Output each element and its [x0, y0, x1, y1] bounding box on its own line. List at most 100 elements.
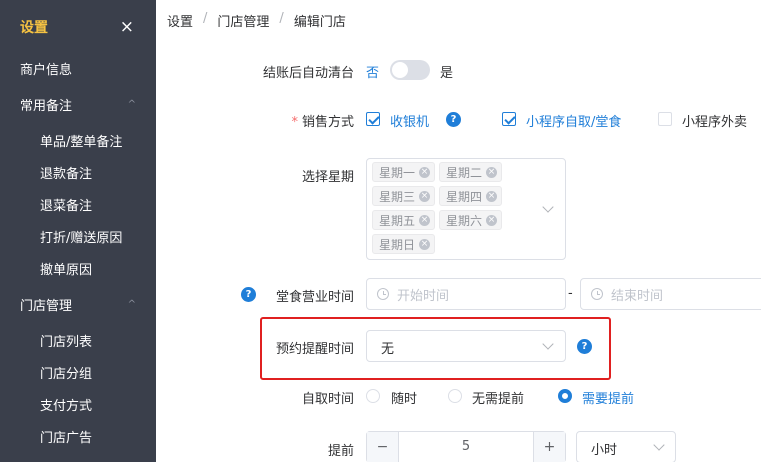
help-icon[interactable]: ? [241, 287, 256, 302]
dine-hours-label: 堂食营业时间 [275, 290, 354, 305]
tag-text: 星期六 [446, 213, 483, 228]
chevron-down-icon [542, 338, 554, 350]
app-window: 设置 × 商户信息 常用备注 ^ 单品/整单备注 退款备注 退菜备注 打折/赠送… [0, 0, 761, 462]
auto-clear-label: 结账后自动清台 [262, 66, 354, 81]
chevron-up-icon: ^ [127, 298, 136, 310]
sidebar-item-label: 门店管理 [20, 298, 73, 314]
sidebar-item-refund-notes[interactable]: 退款备注 [0, 156, 156, 188]
radio-no-advance[interactable] [448, 389, 462, 403]
checkbox-miniapp-pickup[interactable] [502, 112, 516, 126]
radio-anytime[interactable] [366, 389, 380, 403]
advance-unit-select[interactable]: 小时 [576, 431, 676, 462]
dine-hours-end-input[interactable]: 结束时间 [580, 278, 761, 310]
radio-no-advance-label[interactable]: 无需提前 [472, 388, 524, 407]
sidebar-item-store-list[interactable]: 门店列表 [0, 324, 156, 356]
sidebar-item-label: 撤单原因 [40, 262, 93, 278]
sidebar-item-discount-reasons[interactable]: 打折/赠送原因 [0, 220, 156, 252]
tag-close-icon[interactable]: × [419, 190, 431, 202]
radio-need-advance-label[interactable]: 需要提前 [582, 388, 634, 407]
sidebar-item-return-dish-notes[interactable]: 退菜备注 [0, 188, 156, 220]
weekday-tag: 星期四 × [439, 186, 503, 206]
sidebar-item-label: 门店列表 [40, 334, 93, 350]
pickup-time-label: 自取时间 [301, 392, 354, 407]
chevron-up-icon: ^ [127, 98, 136, 110]
required-mark: * [291, 115, 298, 130]
reminder-select[interactable]: 无 [366, 330, 566, 362]
end-time-placeholder: 结束时间 [611, 288, 664, 304]
tag-close-icon[interactable]: × [419, 166, 431, 178]
tag-close-icon[interactable]: × [419, 214, 431, 226]
clock-icon [591, 288, 603, 300]
checkbox-pos[interactable] [366, 112, 380, 126]
stepper-value[interactable]: 5 [399, 432, 533, 462]
checkbox-pos-label[interactable]: 收银机 [390, 111, 429, 130]
close-icon[interactable]: × [120, 18, 134, 36]
sidebar-group-store-management[interactable]: 门店管理 ^ [0, 288, 156, 320]
tag-text: 星期一 [379, 165, 416, 180]
auto-clear-on-text: 是 [440, 66, 454, 81]
sidebar-item-store-groups[interactable]: 门店分组 [0, 356, 156, 388]
tag-text: 星期四 [446, 189, 483, 204]
sidebar-header: 设置 × [0, 0, 156, 54]
breadcrumb-separator: / [279, 11, 284, 26]
tag-close-icon[interactable]: × [486, 214, 498, 226]
range-separator: - [568, 286, 573, 301]
sidebar-item-merchant-info[interactable]: 商户信息 [0, 52, 156, 84]
main-content: 设置 / 门店管理 / 编辑门店 结账后自动清台 否 是 * 销售方式 收银机 ?… [156, 0, 761, 462]
sidebar-item-label: 门店分组 [40, 366, 93, 382]
tag-text: 星期二 [446, 165, 483, 180]
weekday-tag: 星期六 × [439, 210, 503, 230]
sidebar-item-store-ads[interactable]: 门店广告 [0, 420, 156, 452]
sidebar-title: 设置 [20, 20, 48, 36]
stepper-plus-button[interactable]: + [533, 432, 565, 462]
chevron-down-icon [653, 439, 665, 451]
advance-stepper[interactable]: − 5 + [366, 431, 566, 462]
chevron-down-icon [542, 201, 554, 213]
start-time-placeholder: 开始时间 [397, 288, 450, 304]
sidebar-item-label: 退款备注 [40, 166, 93, 182]
sidebar-group-common-notes[interactable]: 常用备注 ^ [0, 88, 156, 120]
sidebar-item-payment-methods[interactable]: 支付方式 [0, 388, 156, 420]
breadcrumb-item-store-management[interactable]: 门店管理 [217, 11, 269, 30]
switch-knob [392, 62, 408, 78]
tag-text: 星期三 [379, 189, 416, 204]
help-icon[interactable]: ? [446, 112, 461, 127]
sidebar-item-label: 支付方式 [40, 398, 93, 414]
breadcrumb: 设置 / 门店管理 / 编辑门店 [167, 11, 346, 30]
clock-icon [377, 288, 389, 300]
breadcrumb-separator: / [203, 11, 208, 26]
sidebar-item-cancel-reasons[interactable]: 撤单原因 [0, 252, 156, 284]
radio-anytime-label[interactable]: 随时 [391, 388, 417, 407]
checkbox-miniapp-pickup-label[interactable]: 小程序自取/堂食 [526, 111, 621, 130]
checkbox-miniapp-delivery[interactable] [658, 112, 672, 126]
reminder-value: 无 [381, 342, 395, 357]
weekdays-label: 选择星期 [301, 170, 354, 185]
sidebar: 设置 × 商户信息 常用备注 ^ 单品/整单备注 退款备注 退菜备注 打折/赠送… [0, 0, 156, 462]
sales-method-label-text: 销售方式 [301, 115, 354, 130]
weekday-tag: 星期二 × [439, 162, 503, 182]
stepper-minus-button[interactable]: − [367, 432, 399, 462]
tag-close-icon[interactable]: × [486, 166, 498, 178]
sidebar-item-label: 门店广告 [40, 430, 93, 446]
weekday-tag: 星期三 × [372, 186, 436, 206]
sidebar-item-label: 商户信息 [20, 62, 73, 78]
reminder-label: 预约提醒时间 [275, 342, 354, 357]
breadcrumb-item-settings[interactable]: 设置 [167, 11, 193, 30]
radio-need-advance[interactable] [558, 389, 572, 403]
sidebar-item-label: 打折/赠送原因 [40, 230, 123, 246]
breadcrumb-item-edit-store: 编辑门店 [293, 15, 346, 30]
weekday-tag: 星期五 × [372, 210, 436, 230]
dine-hours-start-input[interactable]: 开始时间 [366, 278, 566, 310]
sidebar-item-item-order-notes[interactable]: 单品/整单备注 [0, 124, 156, 156]
sidebar-item-label: 常用备注 [20, 98, 73, 114]
weekday-tag: 星期日 × [372, 234, 436, 254]
sales-method-label: * 销售方式 [291, 111, 354, 130]
tag-text: 星期日 [379, 237, 416, 252]
help-icon[interactable]: ? [577, 339, 592, 354]
auto-clear-switch[interactable] [390, 60, 430, 80]
tag-text: 星期五 [379, 213, 416, 228]
tag-close-icon[interactable]: × [419, 238, 431, 250]
checkbox-miniapp-delivery-label[interactable]: 小程序外卖 [682, 111, 747, 130]
sidebar-item-label: 退菜备注 [40, 198, 93, 214]
tag-close-icon[interactable]: × [486, 190, 498, 202]
